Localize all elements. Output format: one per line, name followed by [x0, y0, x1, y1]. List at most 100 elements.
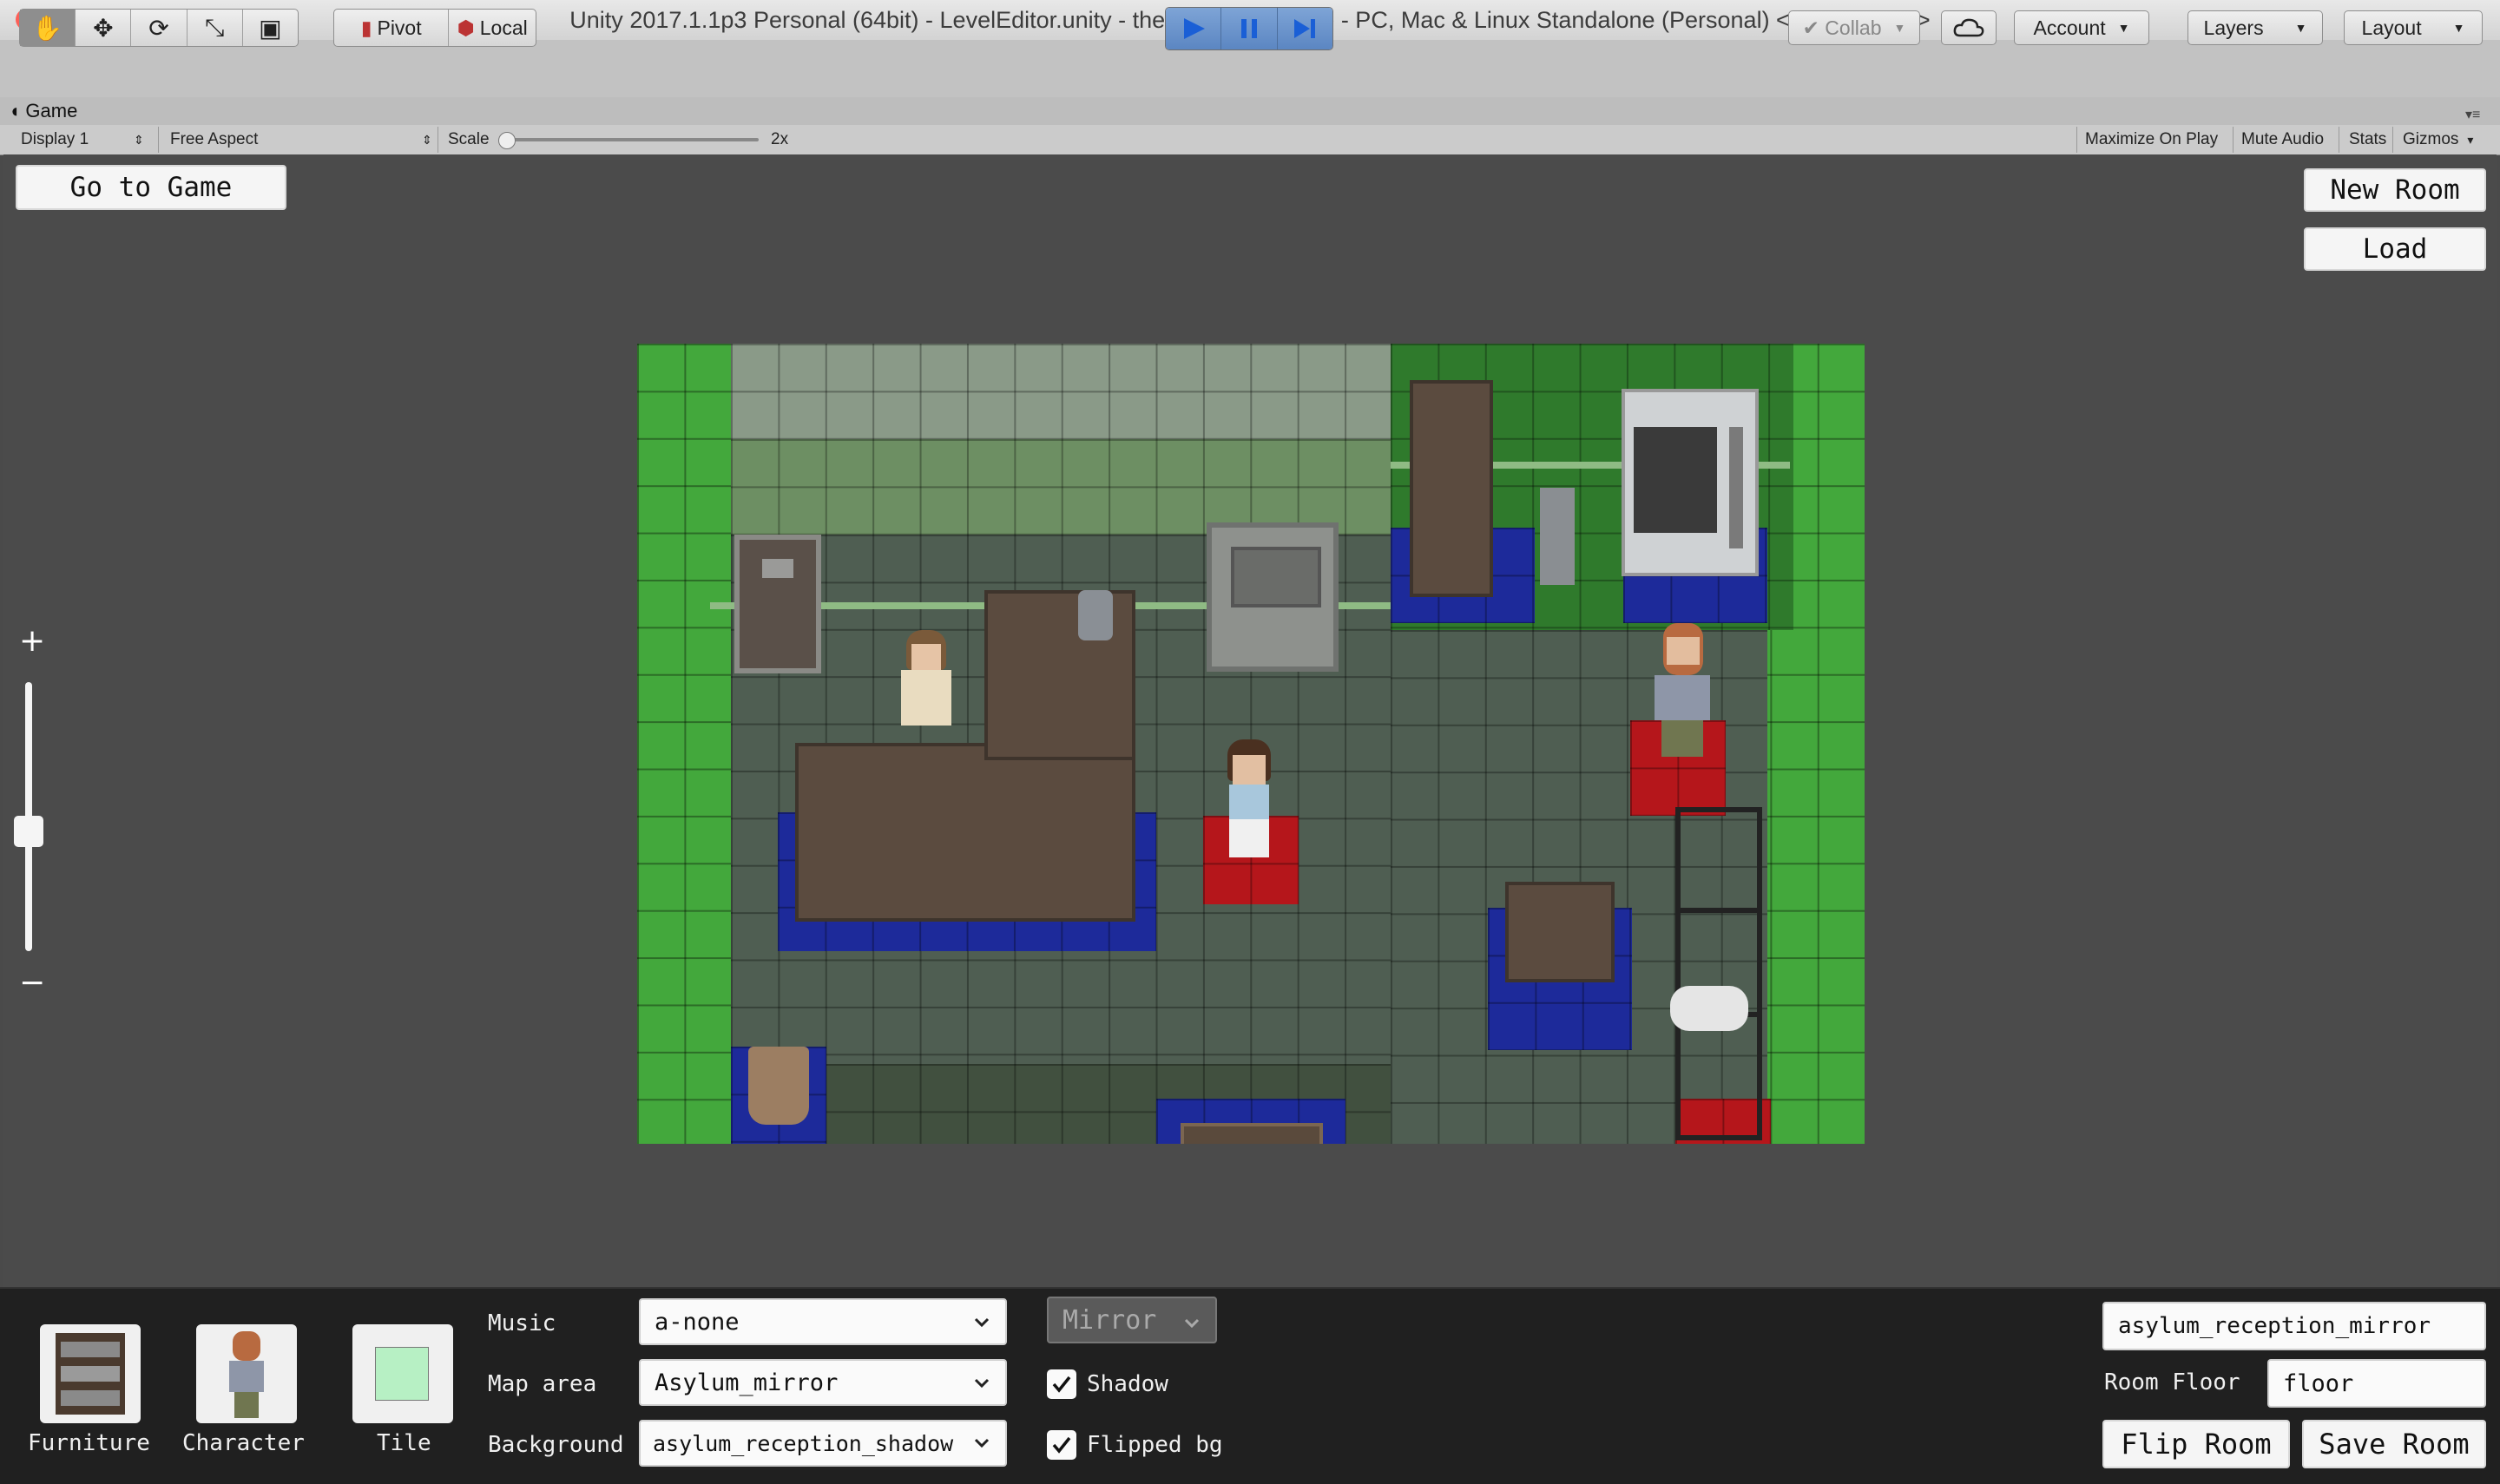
caret-down-icon: ▼	[2452, 21, 2465, 35]
divider	[2076, 127, 2077, 153]
character-palette-button[interactable]	[196, 1324, 297, 1423]
character-label: Character	[182, 1430, 305, 1456]
doctor-character[interactable]	[1649, 623, 1715, 765]
scale-slider-track[interactable]	[502, 138, 759, 141]
flip-room-button[interactable]: Flip Room	[2102, 1420, 2290, 1468]
local-label: Local	[479, 16, 528, 39]
wall-lower	[731, 439, 1391, 535]
chevron-down-icon	[1182, 1309, 1201, 1339]
music-label: Music	[488, 1310, 556, 1336]
caret-down-icon: ▼	[2117, 21, 2130, 35]
caret-down-icon: ▼	[1893, 21, 1906, 35]
layers-dropdown[interactable]: Layers ▼	[2188, 10, 2323, 45]
reception-desk	[795, 743, 1135, 922]
flipped-bg-checkbox[interactable]	[1047, 1430, 1076, 1460]
go-to-game-button[interactable]: Go to Game	[16, 165, 286, 210]
display-label: Display 1	[21, 130, 89, 148]
layout-dropdown[interactable]: Layout ▼	[2344, 10, 2483, 45]
new-room-button[interactable]: New Room	[2304, 168, 2486, 212]
gizmos-label: Gizmos	[2403, 130, 2459, 148]
check-icon: ✔	[1802, 16, 1819, 39]
load-button[interactable]: Load	[2304, 227, 2486, 271]
map-area-select[interactable]: Asylum_mirror	[639, 1359, 1007, 1406]
aspect-dropdown[interactable]: Free Aspect ⇕	[170, 125, 432, 154]
room-map-canvas[interactable]	[637, 344, 1865, 1144]
gizmos-dropdown[interactable]: Gizmos ▾	[2403, 125, 2473, 154]
pivot-button[interactable]: ▮ Pivot	[334, 10, 450, 46]
door-double	[1207, 522, 1339, 672]
aspect-label: Free Aspect	[170, 130, 259, 148]
chevron-down-icon	[972, 1310, 991, 1337]
play-button[interactable]	[1166, 8, 1222, 49]
vase	[1078, 590, 1113, 640]
game-tab-icon: ◖	[9, 100, 21, 121]
layout-label: Layout	[2361, 16, 2422, 39]
room-floor-label: Room Floor	[2104, 1369, 2240, 1395]
tile-palette-button[interactable]	[352, 1324, 453, 1423]
mirror-value: Mirror	[1062, 1304, 1157, 1336]
scale-value: 2x	[771, 130, 789, 148]
music-value: a-none	[655, 1308, 740, 1336]
transform-tools: ✋ ✥ ⟳ ⤡ ▣	[19, 9, 299, 47]
stats-toggle[interactable]: Stats	[2349, 125, 2386, 154]
save-room-button[interactable]: Save Room	[2302, 1420, 2486, 1468]
receptionist-character[interactable]	[896, 630, 957, 738]
game-tab-label: Game	[25, 100, 78, 121]
account-dropdown[interactable]: Account ▼	[2014, 10, 2149, 45]
collab-dropdown[interactable]: ✔ Collab ▼	[1788, 10, 1920, 45]
mute-audio-toggle[interactable]: Mute Audio	[2241, 125, 2324, 154]
furniture-palette-button[interactable]	[40, 1324, 141, 1423]
step-button[interactable]	[1277, 8, 1332, 49]
room-floor-input[interactable]: floor	[2267, 1359, 2486, 1408]
wardrobe	[1410, 380, 1493, 597]
furniture-label: Furniture	[28, 1430, 150, 1456]
scale-label: Scale	[448, 130, 490, 148]
play-icon	[1183, 18, 1205, 39]
mirror-select[interactable]: Mirror	[1047, 1297, 1217, 1343]
maximize-on-play-toggle[interactable]: Maximize On Play	[2085, 125, 2218, 154]
plant-pot	[748, 1047, 809, 1125]
updown-icon: ⇕	[422, 133, 432, 147]
room-name-input[interactable]: asylum_reception_mirror	[2102, 1302, 2486, 1350]
move-tool-icon[interactable]: ✥	[76, 10, 132, 46]
bookshelf-icon	[56, 1333, 125, 1415]
pivot-icon: ▮	[360, 16, 372, 39]
background-label: Background	[488, 1432, 624, 1458]
trash-can	[1540, 488, 1575, 585]
zoom-slider-handle[interactable]	[14, 816, 43, 847]
shelf-unit	[1675, 807, 1762, 1140]
cloud-icon	[1953, 18, 1984, 37]
background-value: asylum_reception_shadow	[653, 1430, 954, 1456]
zoom-in-button[interactable]: +	[19, 623, 45, 659]
tile-swatch-icon	[375, 1347, 429, 1401]
local-cube-icon: ⬢	[457, 16, 475, 39]
pause-button[interactable]	[1221, 8, 1278, 49]
scale-slider-handle[interactable]	[498, 132, 516, 149]
shadow-checkbox[interactable]	[1047, 1369, 1076, 1399]
hand-tool-icon[interactable]: ✋	[20, 10, 76, 46]
patient-character[interactable]	[1220, 739, 1278, 870]
play-controls	[1165, 7, 1333, 50]
cloud-button[interactable]	[1941, 10, 1997, 45]
chevron-down-icon	[972, 1432, 991, 1457]
chevron-down-icon	[972, 1371, 991, 1398]
music-select[interactable]: a-none	[639, 1298, 1007, 1345]
rect-tool-icon[interactable]: ▣	[243, 10, 298, 46]
zoom-out-button[interactable]: −	[19, 965, 45, 1001]
room-floor-value: floor	[2283, 1369, 2354, 1397]
map-area-value: Asylum_mirror	[655, 1369, 839, 1396]
background-select[interactable]: asylum_reception_shadow	[639, 1420, 1007, 1467]
display-dropdown[interactable]: Display 1 ⇕	[21, 125, 144, 154]
local-button[interactable]: ⬢ Local	[449, 10, 536, 46]
rotate-tool-icon[interactable]: ⟳	[131, 10, 188, 46]
tab-game[interactable]: ◖ Game	[9, 97, 77, 125]
scale-tool-icon[interactable]: ⤡	[188, 10, 243, 46]
door-left	[734, 535, 821, 673]
tab-menu-icon[interactable]: ▾≡	[2465, 106, 2480, 123]
account-label: Account	[2033, 16, 2106, 39]
character-icon	[229, 1331, 264, 1418]
map-area-label: Map area	[488, 1371, 597, 1397]
checkmark-icon	[1052, 1376, 1071, 1393]
collab-label: Collab	[1825, 16, 1882, 39]
pause-icon	[1240, 19, 1257, 38]
